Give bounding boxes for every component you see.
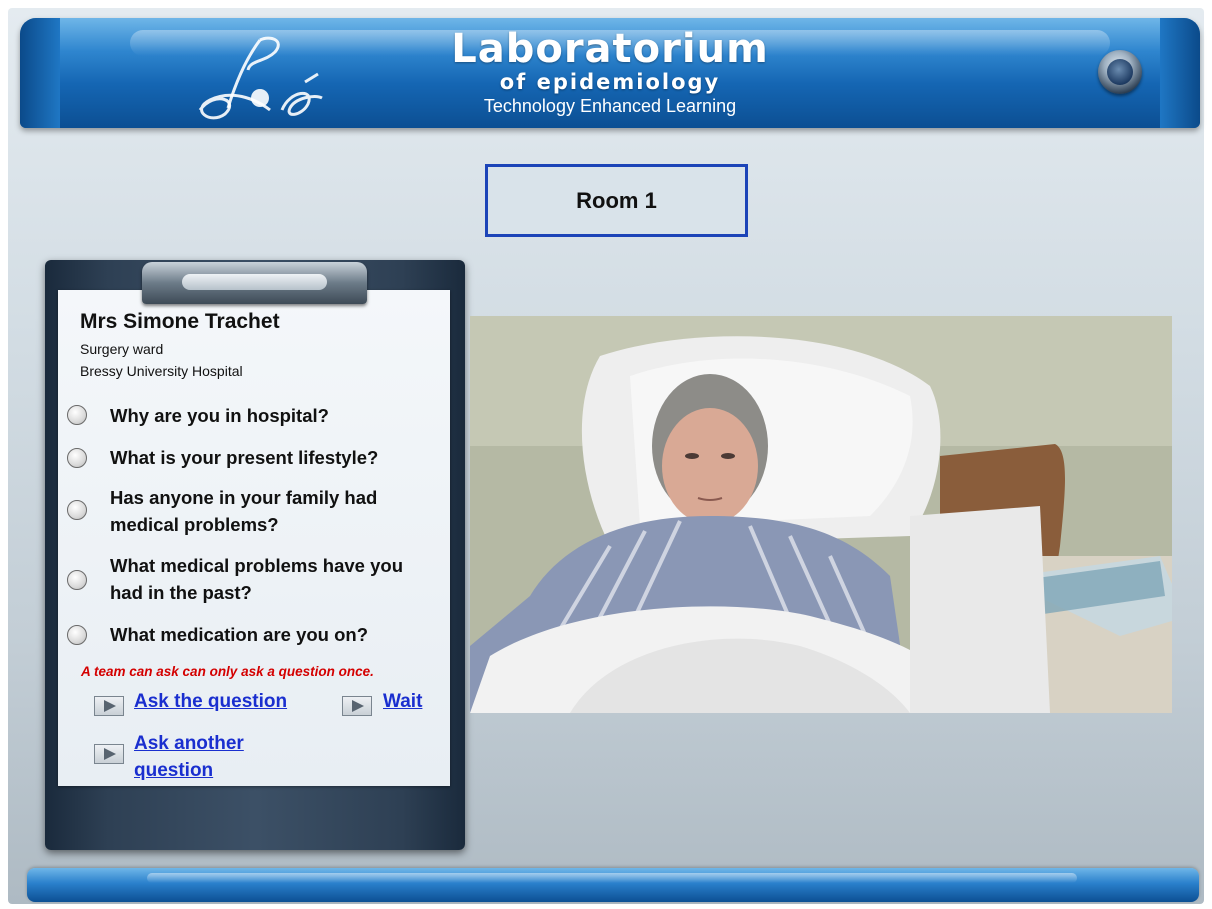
question-2-radio[interactable]: [67, 448, 87, 468]
header-banner: Laboratorium of epidemiology Technology …: [20, 18, 1200, 128]
ask-another-question-link[interactable]: Ask another question: [134, 730, 274, 784]
footer-bar: [27, 868, 1199, 902]
question-2[interactable]: What is your present lifestyle?: [110, 444, 430, 471]
app-subtitle: of epidemiology: [499, 70, 721, 94]
question-5-radio[interactable]: [67, 625, 87, 645]
app-title: Laboratorium: [451, 26, 769, 72]
question-notice: A team can ask can only ask a question o…: [81, 664, 374, 679]
play-icon[interactable]: [94, 744, 124, 764]
power-button[interactable]: [1098, 50, 1142, 94]
room-label: Room 1: [485, 164, 748, 237]
patient-video: [470, 316, 1172, 713]
patient-ward: Surgery ward: [80, 341, 164, 357]
app-tagline: Technology Enhanced Learning: [483, 96, 737, 116]
question-3-radio[interactable]: [67, 500, 87, 520]
play-icon[interactable]: [342, 696, 372, 716]
ask-question-link[interactable]: Ask the question: [134, 688, 287, 715]
clipboard-clip: [142, 262, 367, 304]
question-5[interactable]: What medication are you on?: [110, 621, 430, 648]
question-3[interactable]: Has anyone in your family had medical pr…: [110, 484, 430, 538]
patient-name: Mrs Simone Trachet: [80, 310, 280, 333]
question-1-radio[interactable]: [67, 405, 87, 425]
wait-link[interactable]: Wait: [383, 688, 422, 715]
patient-hospital: Bressy University Hospital: [80, 363, 243, 379]
play-icon[interactable]: [94, 696, 124, 716]
question-4-radio[interactable]: [67, 570, 87, 590]
question-4[interactable]: What medical problems have you had in th…: [110, 552, 430, 606]
question-1[interactable]: Why are you in hospital?: [110, 402, 430, 429]
